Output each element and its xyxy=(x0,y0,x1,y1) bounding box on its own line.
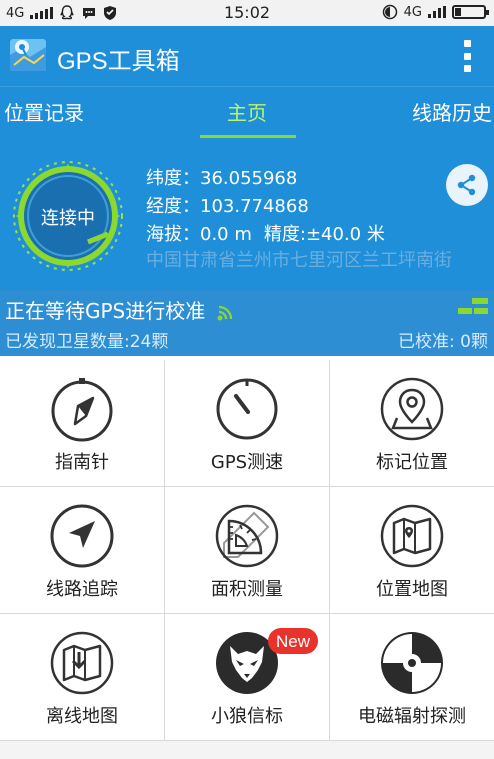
tool-location-map[interactable]: 位置地图 xyxy=(330,487,494,613)
latitude-row: 纬度：36.055968 xyxy=(146,164,297,190)
latitude-value: 36.055968 xyxy=(200,168,298,189)
tool-label: 线路追踪 xyxy=(46,579,118,600)
protractor-icon xyxy=(215,504,279,568)
menu-dot-icon xyxy=(463,52,471,60)
satellite-count: 已发现卫星数量:24颗 xyxy=(5,332,169,352)
menu-dot-icon xyxy=(463,40,471,47)
tool-label: 指南针 xyxy=(55,452,109,473)
satellite-bars-icon xyxy=(458,298,488,314)
latitude-label: 纬度： xyxy=(146,168,200,189)
tab-route-history[interactable]: 线路历史 xyxy=(412,97,492,126)
compass-icon xyxy=(51,378,113,442)
longitude-row: 经度：103.774868 xyxy=(146,192,309,218)
tool-gps-speed[interactable]: GPS测速 xyxy=(165,360,329,486)
tool-label: 电磁辐射探测 xyxy=(358,706,466,727)
app-bar: GPS工具箱 xyxy=(0,26,494,86)
tool-label: 标记位置 xyxy=(376,452,448,473)
do-not-disturb-icon xyxy=(382,4,397,20)
share-icon xyxy=(457,174,476,196)
gps-status-panel: 正在等待GPS进行校准 已发现卫星数量:24颗 已校准: 0颗 xyxy=(0,290,494,356)
accuracy-label: 精度: xyxy=(263,224,306,245)
app-title: GPS工具箱 xyxy=(57,48,180,75)
altitude-label: 海拔： xyxy=(146,224,200,245)
status-right: 4G xyxy=(382,4,489,20)
gps-status-title: 正在等待GPS进行校准 xyxy=(5,295,234,324)
tool-label: 位置地图 xyxy=(376,579,448,600)
app-logo-icon xyxy=(10,39,46,71)
radiation-icon xyxy=(381,632,443,694)
tool-label: 面积测量 xyxy=(211,579,283,600)
longitude-label: 经度： xyxy=(146,196,200,217)
tool-compass[interactable]: 指南针 xyxy=(0,360,164,486)
longitude-value: 103.774868 xyxy=(200,196,309,217)
tool-radiation-detector[interactable]: 电磁辐射探测 xyxy=(330,614,494,740)
offline-map-icon xyxy=(50,631,114,695)
tool-label: GPS测速 xyxy=(210,452,284,473)
menu-dot-icon xyxy=(463,65,471,72)
overflow-menu-button[interactable] xyxy=(462,40,472,72)
share-button[interactable] xyxy=(446,164,488,206)
bottom-spacer xyxy=(0,741,494,759)
calibrated-count: 已校准: 0颗 xyxy=(398,332,488,352)
folded-map-icon xyxy=(380,504,444,568)
battery-icon xyxy=(452,5,489,19)
tool-offline-map[interactable]: 离线地图 xyxy=(0,614,164,740)
map-pin-icon xyxy=(380,377,444,441)
altitude-row: 海拔：0.0 m 精度:±40.0 米 xyxy=(146,220,385,246)
tab-bar: 位置记录 主页 线路历史 xyxy=(0,86,494,139)
new-badge: New xyxy=(268,628,318,654)
status-bar: 4G 15:02 4G xyxy=(0,0,494,26)
location-panel: 连接中 纬度：36.055968 经度：103.774868 海拔：0.0 m 精… xyxy=(0,138,494,290)
tool-area-measurement[interactable]: 面积测量 xyxy=(165,487,329,613)
tool-route-tracking[interactable]: 线路追踪 xyxy=(0,487,164,613)
accuracy-value: ±40.0 米 xyxy=(305,224,385,245)
signal-wave-icon xyxy=(217,305,232,320)
speedometer-icon xyxy=(216,378,278,440)
navigation-arrow-icon xyxy=(50,504,114,568)
new-badge-text: New xyxy=(276,632,311,651)
altitude-value: 0.0 m xyxy=(200,224,252,245)
address-text: 中国甘肃省兰州市七里河区兰工坪南街 xyxy=(146,250,452,271)
gps-status-text: 正在等待GPS进行校准 xyxy=(5,299,206,323)
tool-mark-location[interactable]: 标记位置 xyxy=(330,360,494,486)
signal-strength-icon-right xyxy=(428,6,446,18)
tool-label: 小狼信标 xyxy=(211,706,283,727)
connection-status: 连接中 xyxy=(41,208,95,229)
tool-grid: 指南针 GPS测速 标记位置 线路追踪 面积测量 位置地图 离线地图 小狼信标 … xyxy=(0,360,494,741)
tool-label: 离线地图 xyxy=(46,706,118,727)
network-type-label-right: 4G xyxy=(403,4,422,20)
